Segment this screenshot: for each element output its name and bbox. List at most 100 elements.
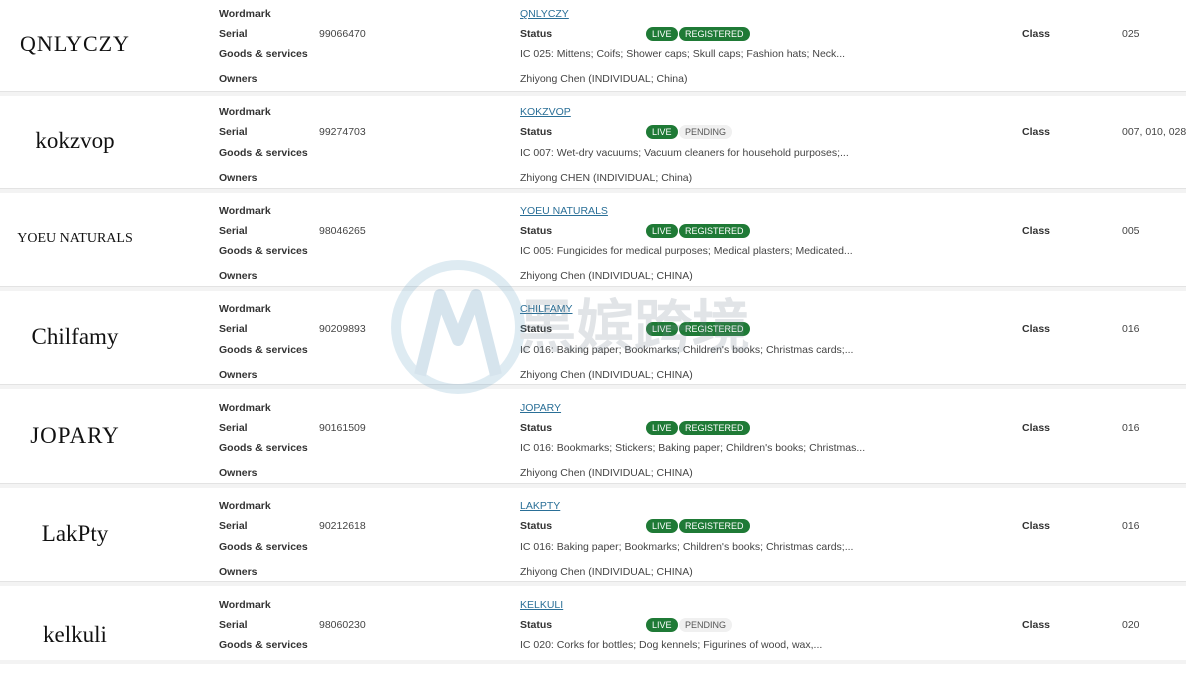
serial-value: 98046265 xyxy=(319,225,366,237)
owner-value: Zhiyong Chen (INDIVIDUAL; CHINA) xyxy=(520,467,693,479)
goods-label: Goods & services xyxy=(219,48,308,60)
status-label: Status xyxy=(520,323,553,335)
owner-value: Zhiyong Chen (INDIVIDUAL; China) xyxy=(520,73,688,85)
status-badge: PENDING xyxy=(679,618,733,632)
goods-label: Goods & services xyxy=(219,147,308,159)
mark-image[interactable]: kelkuli xyxy=(0,589,150,681)
serial-label: Serial xyxy=(219,126,248,138)
status-label: Status xyxy=(520,225,553,237)
live-badge: LIVE xyxy=(646,618,678,632)
trademark-record[interactable]: kelkuli Wordmark Serial 98060230 Goods &… xyxy=(0,589,1186,664)
owners-label: Owners xyxy=(219,172,258,184)
goods-label: Goods & services xyxy=(219,639,308,651)
status-badge: REGISTERED xyxy=(679,519,750,533)
goods-value: IC 020: Corks for bottles; Dog kennels; … xyxy=(520,639,823,651)
status-label: Status xyxy=(520,422,553,434)
goods-value: IC 007: Wet-dry vacuums; Vacuum cleaners… xyxy=(520,147,849,159)
status-badge: REGISTERED xyxy=(679,224,750,238)
wordmark-link[interactable]: JOPARY xyxy=(520,402,561,414)
goods-label: Goods & services xyxy=(219,344,308,356)
status-badge: PENDING xyxy=(679,125,733,139)
status-label: Status xyxy=(520,520,553,532)
live-badge: LIVE xyxy=(646,519,678,533)
goods-value: IC 025: Mittens; Coifs; Shower caps; Sku… xyxy=(520,48,846,60)
class-label: Class xyxy=(1022,422,1051,434)
goods-label: Goods & services xyxy=(219,442,308,454)
serial-value: 90212618 xyxy=(319,520,366,532)
class-value: 020 xyxy=(1122,619,1140,631)
mark-image[interactable]: Chilfamy xyxy=(0,293,150,381)
wordmark-label: Wordmark xyxy=(219,599,271,611)
live-badge: LIVE xyxy=(646,322,678,336)
owners-label: Owners xyxy=(219,467,258,479)
status-label: Status xyxy=(520,619,553,631)
owner-value: Zhiyong Chen (INDIVIDUAL; CHINA) xyxy=(520,270,693,282)
class-label: Class xyxy=(1022,126,1051,138)
goods-value: IC 016: Bookmarks; Stickers; Baking pape… xyxy=(520,442,866,454)
mark-image[interactable]: JOPARY xyxy=(0,392,150,480)
wordmark-label: Wordmark xyxy=(219,8,271,20)
goods-value: IC 016: Baking paper; Bookmarks; Childre… xyxy=(520,541,854,553)
goods-label: Goods & services xyxy=(219,541,308,553)
serial-label: Serial xyxy=(219,28,248,40)
wordmark-label: Wordmark xyxy=(219,303,271,315)
mark-image[interactable]: YOEU NATURALS xyxy=(0,195,150,283)
trademark-record[interactable]: QNLYCZY Wordmark Serial 99066470 Goods &… xyxy=(0,0,1186,96)
owner-value: Zhiyong Chen (INDIVIDUAL; CHINA) xyxy=(520,566,693,578)
serial-label: Serial xyxy=(219,323,248,335)
owner-value: Zhiyong Chen (INDIVIDUAL; CHINA) xyxy=(520,369,693,381)
class-value: 016 xyxy=(1122,323,1140,335)
class-value: 025 xyxy=(1122,28,1140,40)
serial-value: 99066470 xyxy=(319,28,366,40)
serial-value: 99274703 xyxy=(319,126,366,138)
serial-label: Serial xyxy=(219,422,248,434)
status-label: Status xyxy=(520,126,553,138)
live-badge: LIVE xyxy=(646,224,678,238)
class-label: Class xyxy=(1022,225,1051,237)
live-badge: LIVE xyxy=(646,125,678,139)
class-value: 016 xyxy=(1122,520,1140,532)
status-badge: REGISTERED xyxy=(679,27,750,41)
wordmark-label: Wordmark xyxy=(219,205,271,217)
status-badge: REGISTERED xyxy=(679,322,750,336)
status-label: Status xyxy=(520,28,553,40)
trademark-record[interactable]: YOEU NATURALS Wordmark Serial 98046265 G… xyxy=(0,195,1186,291)
live-badge: LIVE xyxy=(646,27,678,41)
mark-image[interactable]: kokzvop xyxy=(0,97,150,185)
wordmark-link[interactable]: YOEU NATURALS xyxy=(520,205,608,217)
serial-label: Serial xyxy=(219,520,248,532)
goods-label: Goods & services xyxy=(219,245,308,257)
serial-value: 90209893 xyxy=(319,323,366,335)
owners-label: Owners xyxy=(219,73,258,85)
mark-image[interactable]: LakPty xyxy=(0,490,150,578)
goods-value: IC 005: Fungicides for medical purposes;… xyxy=(520,245,853,257)
class-value: 005 xyxy=(1122,225,1140,237)
class-label: Class xyxy=(1022,28,1051,40)
class-label: Class xyxy=(1022,323,1051,335)
class-label: Class xyxy=(1022,619,1051,631)
owners-label: Owners xyxy=(219,369,258,381)
trademark-record[interactable]: Chilfamy Wordmark Serial 90209893 Goods … xyxy=(0,293,1186,389)
serial-value: 98060230 xyxy=(319,619,366,631)
owners-label: Owners xyxy=(219,270,258,282)
wordmark-label: Wordmark xyxy=(219,500,271,512)
class-value: 007, 010, 028 xyxy=(1122,126,1186,138)
wordmark-link[interactable]: CHILFAMY xyxy=(520,303,573,315)
trademark-record[interactable]: kokzvop Wordmark Serial 99274703 Goods &… xyxy=(0,97,1186,193)
trademark-record[interactable]: LakPty Wordmark Serial 90212618 Goods & … xyxy=(0,490,1186,586)
wordmark-link[interactable]: LAKPTY xyxy=(520,500,560,512)
serial-value: 90161509 xyxy=(319,422,366,434)
live-badge: LIVE xyxy=(646,421,678,435)
owner-value: Zhiyong CHEN (INDIVIDUAL; China) xyxy=(520,172,693,184)
goods-value: IC 016: Baking paper; Bookmarks; Childre… xyxy=(520,344,854,356)
mark-image[interactable]: QNLYCZY xyxy=(0,0,150,88)
class-label: Class xyxy=(1022,520,1051,532)
trademark-record[interactable]: JOPARY Wordmark Serial 90161509 Goods & … xyxy=(0,392,1186,488)
wordmark-link[interactable]: KOKZVOP xyxy=(520,106,571,118)
class-value: 016 xyxy=(1122,422,1140,434)
wordmark-link[interactable]: QNLYCZY xyxy=(520,8,569,20)
wordmark-link[interactable]: KELKULI xyxy=(520,599,563,611)
status-badge: REGISTERED xyxy=(679,421,750,435)
wordmark-label: Wordmark xyxy=(219,106,271,118)
serial-label: Serial xyxy=(219,619,248,631)
